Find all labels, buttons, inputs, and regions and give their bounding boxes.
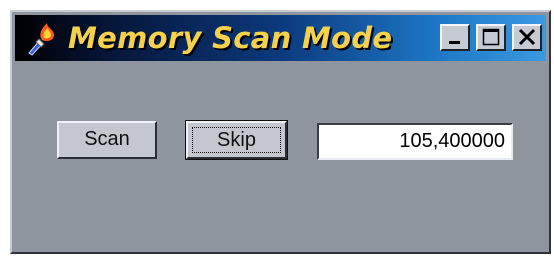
- minimize-button[interactable]: [440, 24, 470, 51]
- close-icon: [518, 28, 536, 46]
- memory-scan-window: Memory Scan Mode Scan Skip: [10, 10, 551, 254]
- torch-icon: [28, 23, 55, 56]
- title-bar[interactable]: Memory Scan Mode: [15, 15, 546, 61]
- window-title: Memory Scan Mode: [68, 21, 393, 55]
- scan-button[interactable]: Scan: [57, 121, 157, 159]
- skip-button[interactable]: Skip: [185, 120, 288, 160]
- minimize-icon: [449, 41, 460, 44]
- maximize-button[interactable]: [476, 24, 506, 51]
- scan-value-field[interactable]: [317, 123, 513, 160]
- close-button[interactable]: [512, 24, 542, 51]
- skip-button-label: Skip: [192, 127, 281, 153]
- maximize-icon: [482, 28, 500, 46]
